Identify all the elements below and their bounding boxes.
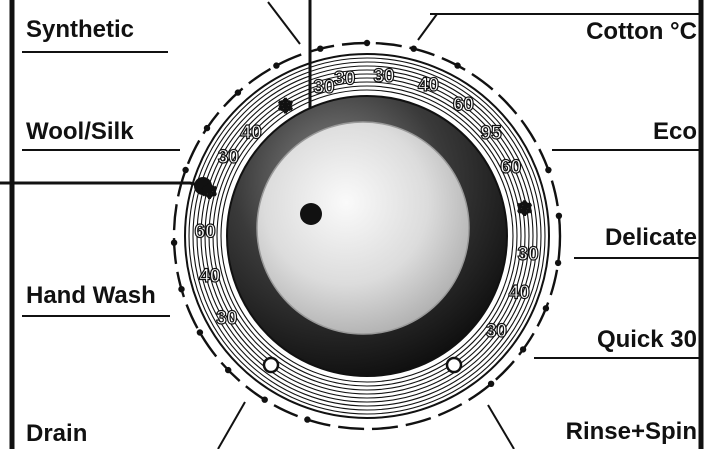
start-indicator-right <box>445 356 463 374</box>
ring-dot <box>304 416 311 423</box>
ring-dot <box>519 346 527 353</box>
ring-dot <box>182 166 189 174</box>
program-label-wool-silk: Wool/Silk <box>26 118 134 145</box>
ring-dot <box>225 366 232 374</box>
program-label-delicate: Delicate <box>604 224 697 251</box>
ring-dot <box>170 239 178 246</box>
cold-wash-icon: ❄ <box>517 199 533 220</box>
temperature-label: 40 <box>418 75 439 96</box>
temperature-label: 60 <box>500 157 521 178</box>
ring-dot <box>545 166 552 174</box>
ring-dot <box>178 286 185 293</box>
temperature-label: 60 <box>195 221 216 242</box>
temperature-label: 40 <box>199 266 220 287</box>
temperature-label: 40 <box>241 123 262 144</box>
ring-dot <box>555 212 563 219</box>
rinse-spin-pointer-line <box>487 404 515 449</box>
program-label-quick-30: Quick 30 <box>596 326 697 353</box>
ring-dot <box>554 259 562 267</box>
ring-dot <box>454 62 461 69</box>
ring-dot <box>363 39 371 47</box>
temperature-label: 95 <box>481 123 503 144</box>
program-label-hand-wash: Hand Wash <box>26 282 156 309</box>
temperature-label: 30 <box>486 321 507 342</box>
knob-pointer-dot <box>300 203 322 225</box>
ring-dot <box>542 305 550 312</box>
program-label-rinse-spin: Rinse+Spin <box>565 418 697 445</box>
temperature-label: 30 <box>373 66 394 87</box>
ring-dot <box>203 124 211 132</box>
indicator-callout-line <box>0 181 204 188</box>
cold-wash-icon: ❄ <box>277 96 293 117</box>
program-label-synthetic: Synthetic <box>26 16 135 43</box>
synthetic-pointer-line <box>267 1 301 45</box>
program-label-cotton: Cotton °C <box>586 18 697 45</box>
temperature-label: 30 <box>218 147 239 168</box>
cold-wash-icon: ❄ <box>201 182 217 203</box>
ring-dot <box>487 380 495 387</box>
temperature-label: 30 <box>216 308 237 329</box>
temperature-label: 30 <box>518 244 539 265</box>
knob-face[interactable] <box>256 121 470 335</box>
ring-dot <box>196 329 204 336</box>
ring-dot <box>261 396 268 403</box>
temperature-label: 30 <box>313 77 334 98</box>
cotton-pointer-line <box>417 13 438 41</box>
start-indicator-left <box>262 356 280 374</box>
ring-dot <box>273 62 280 69</box>
drain-pointer-line <box>217 401 246 449</box>
program-label-eco: Eco <box>652 118 697 145</box>
program-dial-diagram: 30 40 60 ❄ 30 40 ❄ 30 30 30 40 60 95 60 ❄ 30 40 30 Synthe… <box>0 0 713 449</box>
program-label-drain: Drain <box>26 420 88 447</box>
temperature-label: 30 <box>334 69 355 90</box>
temperature-label: 40 <box>509 282 530 303</box>
temperature-label: 60 <box>453 94 474 115</box>
ring-dot <box>234 89 242 96</box>
ring-dot <box>410 45 417 52</box>
ring-dot <box>317 45 324 52</box>
